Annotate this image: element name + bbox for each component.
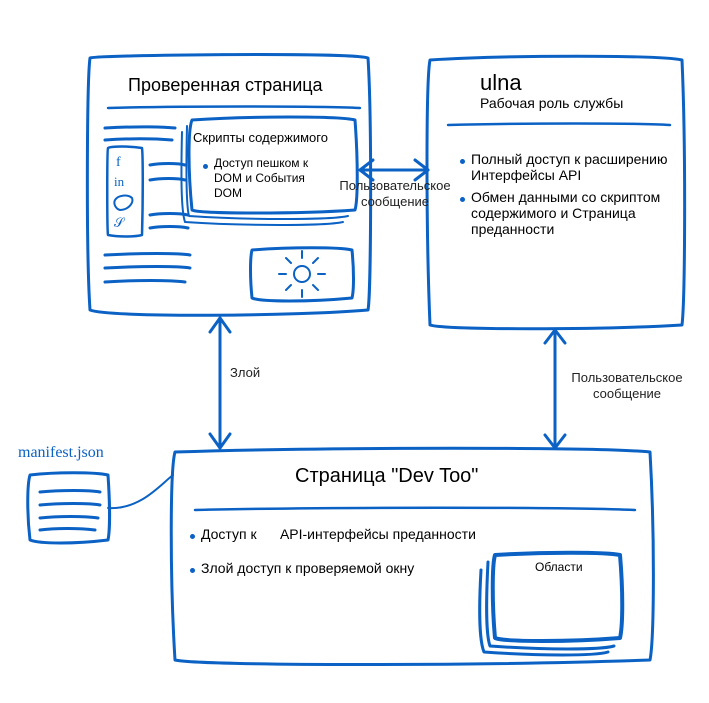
edge-b1-b3-label: Злой bbox=[230, 365, 260, 381]
service-worker-subtitle: Рабочая роль службы bbox=[480, 95, 623, 111]
service-worker-bullets: Полный доступ к расширению Интерфейсы AP… bbox=[460, 145, 685, 243]
content-scripts-title: Скрипты содержимого bbox=[193, 130, 328, 145]
edge-b1-b2-label: Пользовательскоесообщение bbox=[335, 178, 455, 211]
devtools-page-title: Страница "Dev Too" bbox=[295, 465, 478, 488]
content-scripts-bullet-text: Доступ пешком к DOM и События DOM bbox=[214, 156, 323, 201]
service-worker-title: ulna bbox=[480, 70, 522, 96]
svg-text:𝒮: 𝒮 bbox=[114, 215, 126, 230]
dt-bullet-1a: Доступ к bbox=[201, 526, 257, 542]
manifest-json-label: manifest.json bbox=[18, 444, 104, 462]
content-scripts-bullet: Доступ пешком к DOM и События DOM bbox=[203, 150, 323, 207]
dt-bullet-1b: API-интерфейсы преданности bbox=[280, 526, 476, 542]
dt-bullet-2: Злой доступ к проверяемой окну bbox=[201, 560, 414, 576]
inspected-page-title: Проверенная страница bbox=[128, 75, 323, 96]
devtools-bullets: Доступ к API-интерфейсы преданности Злой… bbox=[190, 520, 570, 582]
svg-text:in: in bbox=[114, 174, 125, 189]
svg-text:f: f bbox=[116, 155, 121, 170]
panels-label: Области bbox=[535, 560, 583, 574]
sw-bullet-1: Полный доступ к расширению Интерфейсы AP… bbox=[471, 151, 685, 183]
sw-bullet-2: Обмен данными со скриптом содержимого и … bbox=[471, 189, 685, 237]
edge-b2-b3-label: Пользовательскоесообщение bbox=[562, 370, 692, 403]
